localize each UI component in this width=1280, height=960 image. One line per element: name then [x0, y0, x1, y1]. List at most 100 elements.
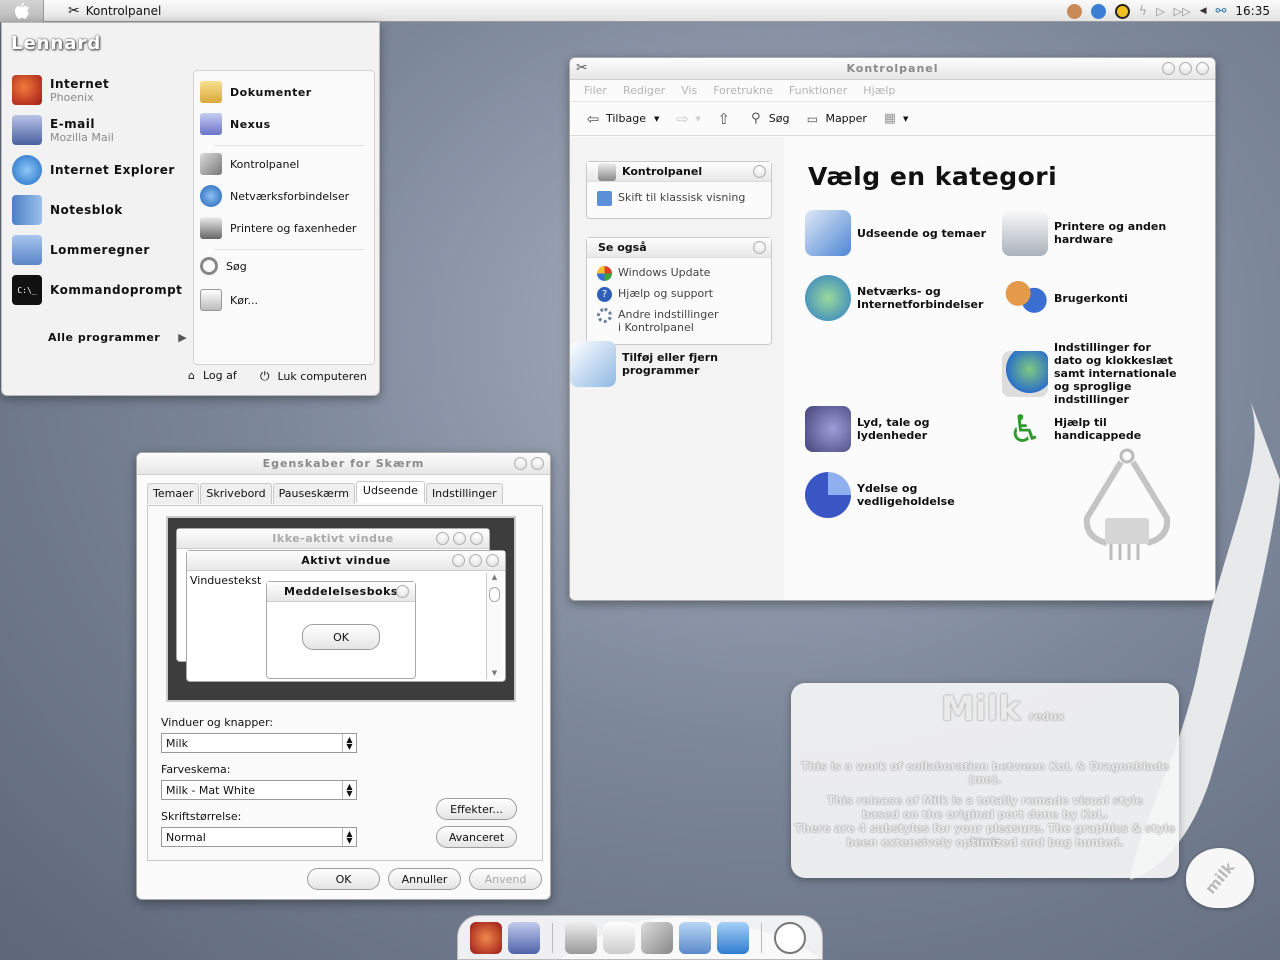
start-item-dokumenter[interactable]: Dokumenter	[200, 81, 312, 103]
minimize-button[interactable]	[1162, 62, 1175, 75]
start-item-koer[interactable]: Kør...	[200, 289, 258, 311]
menu-rediger[interactable]: Rediger	[623, 84, 665, 97]
windows-buttons-select[interactable]: Milk ▲ ▼	[161, 733, 357, 753]
cancel-button[interactable]: Annuller	[388, 868, 461, 890]
menu-foretrukne[interactable]: Foretrukne	[713, 84, 773, 97]
help-icon: ?	[597, 287, 612, 302]
start-item-notesblok[interactable]: Notesblok	[12, 195, 190, 225]
windows-update-link[interactable]: Windows Update	[587, 258, 771, 284]
collapse-button[interactable]	[753, 165, 766, 178]
start-item-kontrolpanel[interactable]: Kontrolpanel	[200, 153, 299, 175]
menu-filer[interactable]: Filer	[584, 84, 607, 97]
start-item-nexus[interactable]: Nexus	[200, 113, 271, 135]
category-printers[interactable]: Printere og anden hardware	[1002, 210, 1188, 256]
forward-button[interactable]: ⇨ ▼	[673, 110, 701, 128]
preview-message-titlebar: Meddelelsesboks	[267, 582, 415, 602]
up-button[interactable]: ⇧	[715, 110, 733, 128]
maximize-button[interactable]	[1179, 62, 1192, 75]
pane-header[interactable]: Kontrolpanel	[587, 162, 771, 182]
window-title: Egenskaber for Skærm	[262, 457, 425, 470]
category-network[interactable]: Netværks- og Internetforbindelser	[805, 275, 991, 321]
tray-arrow-icon[interactable]: ◀	[1200, 6, 1207, 16]
logoff-button[interactable]: ⌂ Log af	[188, 369, 237, 382]
start-item-email[interactable]: E-mail Mozilla Mail	[12, 115, 190, 145]
tools-dock-icon[interactable]	[641, 921, 673, 954]
mail-dock-icon[interactable]	[508, 921, 540, 954]
menu-funktioner[interactable]: Funktioner	[789, 84, 847, 97]
control-panel-tools-icon	[200, 153, 222, 175]
category-sound[interactable]: Lyd, tale og lydenheder	[805, 406, 991, 452]
clock[interactable]: 16:35	[1235, 4, 1270, 18]
font-size-select[interactable]: Normal ▲ ▼	[161, 827, 357, 847]
play-icon[interactable]: ▷	[1156, 5, 1164, 18]
tray-globe-icon[interactable]	[1090, 3, 1106, 19]
category-appearance[interactable]: Udseende og temaer	[805, 210, 991, 256]
menu-hjaelp[interactable]: Hjælp	[863, 84, 895, 97]
finder-dock-icon[interactable]	[565, 921, 597, 954]
start-item-internet[interactable]: Internet Phoenix	[12, 75, 190, 105]
close-button	[470, 532, 483, 545]
back-button[interactable]: ⇦ Tilbage ▼	[584, 110, 660, 128]
network-icon[interactable]: ⚯	[1216, 4, 1227, 19]
switch-classic-view-label: Skift til klassisk visning	[618, 191, 746, 204]
apple-menu-button[interactable]	[0, 0, 44, 22]
other-settings-link[interactable]: Andre indstillinger i Kontrolpanel	[587, 305, 771, 337]
help-button[interactable]	[514, 457, 527, 470]
all-programs-label: Alle programmer	[48, 331, 161, 344]
start-item-internet-explorer[interactable]: Internet Explorer	[12, 155, 190, 185]
tray-app-icon[interactable]	[1066, 3, 1082, 19]
clock-dock-icon[interactable]	[774, 921, 806, 954]
milk-description-line: based on the original port done by KoL.	[861, 808, 1109, 821]
tab-skrivebord[interactable]: Skrivebord	[200, 483, 272, 504]
tab-temaer[interactable]: Temaer	[147, 483, 200, 504]
help-support-link[interactable]: ? Hjælp og support	[587, 284, 771, 305]
drive-dock-icon[interactable]	[603, 921, 635, 954]
category-user-accounts[interactable]: Brugerkonti	[1002, 275, 1188, 321]
views-button[interactable]: ▦ ▼	[881, 110, 909, 128]
start-item-kommandoprompt[interactable]: C:\_ Kommandoprompt	[12, 275, 190, 305]
preview-inactive-titlebar: Ikke-aktivt vindue	[177, 529, 489, 549]
switch-classic-view-link[interactable]: Skift til klassisk visning	[587, 182, 771, 209]
preview-active-title: Aktivt vindue	[301, 554, 391, 567]
tray-lightning-icon[interactable]: ϟ	[1139, 4, 1148, 19]
folder-documents-icon	[200, 81, 222, 103]
category-date-time[interactable]: Indstillinger for dato og klokkeslæt sam…	[1002, 341, 1188, 406]
effects-button[interactable]: Effekter...	[436, 798, 517, 820]
shutdown-button[interactable]: ⏻ Luk computeren	[260, 369, 367, 384]
pane-header[interactable]: Se også	[587, 238, 771, 258]
close-button[interactable]	[531, 457, 544, 470]
advanced-button[interactable]: Avanceret	[436, 826, 517, 848]
download-dock-icon[interactable]	[717, 921, 749, 954]
start-item-printere[interactable]: Printere og faxenheder	[200, 217, 356, 239]
start-menu: Lennard Internet Phoenix E-mail Mozilla Ma…	[1, 22, 380, 396]
folders-button[interactable]: ▭ Mapper	[803, 110, 867, 128]
search-button[interactable]: ⚲ Søg	[747, 110, 789, 128]
category-performance[interactable]: Ydelse og vedligeholdelse	[805, 472, 991, 518]
close-button[interactable]	[1196, 62, 1209, 75]
category-add-remove[interactable]: Tilføj eller fjern programmer	[570, 341, 756, 387]
dropdown-arrow-icon: ▼	[902, 114, 909, 123]
select-value: Milk - Mat White	[166, 783, 255, 797]
window-titlebar[interactable]: ✂ Kontrolpanel	[570, 58, 1215, 80]
next-track-icon[interactable]: ▷▷	[1174, 5, 1191, 18]
start-item-netvaerk[interactable]: Netværksforbindelser	[200, 185, 349, 207]
window-titlebar[interactable]: Egenskaber for Skærm	[137, 453, 550, 475]
picture-dock-icon[interactable]	[679, 921, 711, 954]
tab-indstillinger[interactable]: Indstillinger	[425, 483, 503, 504]
collapse-button[interactable]	[753, 241, 766, 254]
ok-button[interactable]: OK	[307, 868, 380, 890]
tab-udseende[interactable]: Udseende	[355, 481, 425, 502]
color-scheme-select[interactable]: Milk - Mat White ▲ ▼	[161, 780, 357, 800]
milk-credit-line: This is a work of collaboration between …	[800, 760, 1170, 786]
phoenix-dock-icon[interactable]	[470, 921, 502, 954]
all-programs-button[interactable]: Alle programmer ▶	[48, 331, 187, 344]
start-item-label: Internet	[50, 76, 110, 91]
tab-pauseskaerm[interactable]: Pauseskærm	[272, 483, 355, 504]
start-item-soeg[interactable]: Søg	[200, 257, 247, 275]
apply-button[interactable]: Anvend	[469, 868, 542, 890]
milk-title-text: Milk	[941, 689, 1021, 729]
tray-radiation-icon[interactable]	[1114, 3, 1130, 19]
start-item-lommeregner[interactable]: Lommeregner	[12, 235, 190, 265]
menu-vis[interactable]: Vis	[681, 84, 697, 97]
control-panel-pane: Kontrolpanel Skift til klassisk visning	[586, 161, 772, 219]
